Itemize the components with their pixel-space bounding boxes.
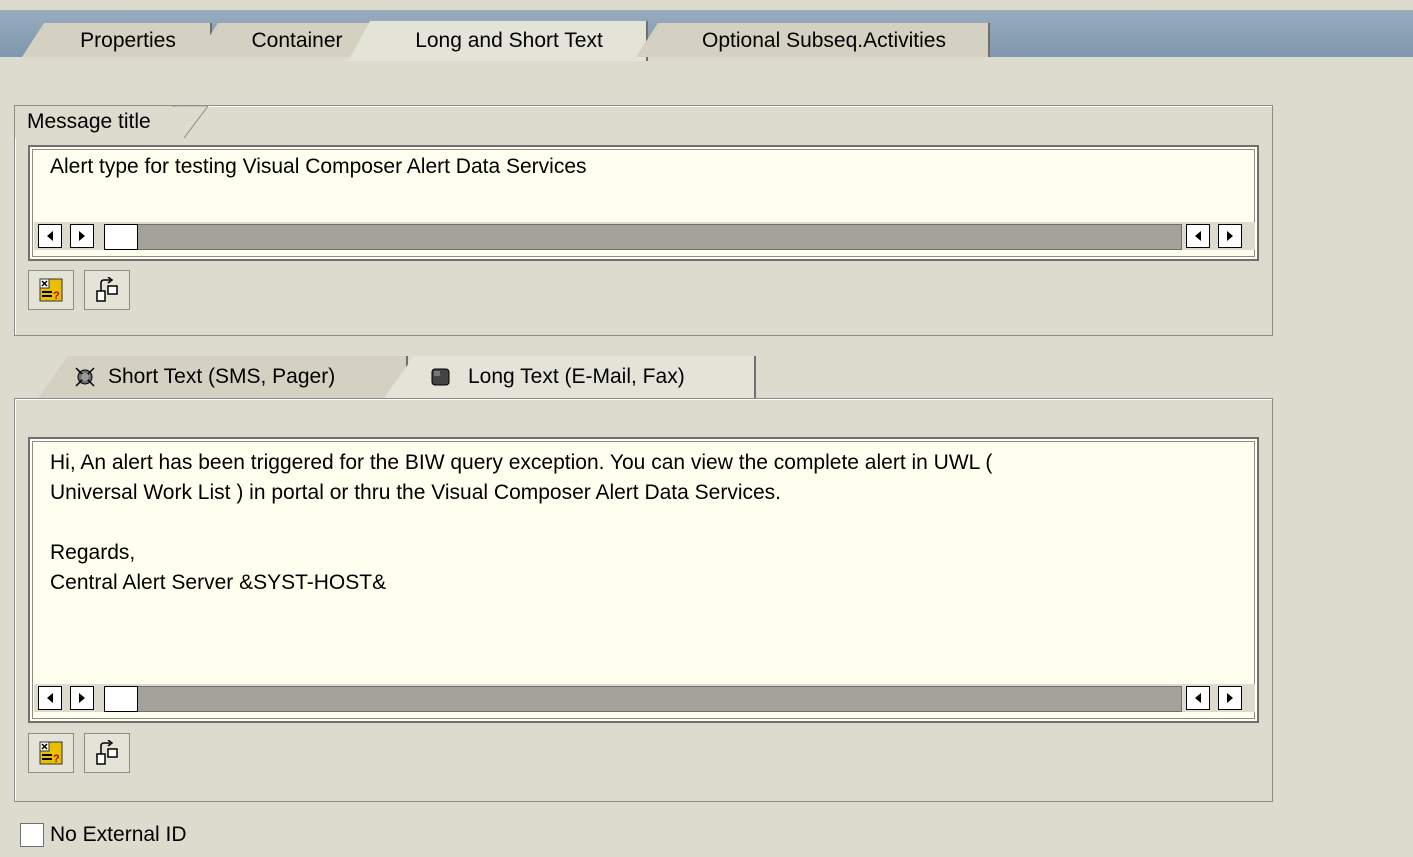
tab-long-text[interactable]: Long Text (E-Mail, Fax) <box>384 356 756 398</box>
message-title-group-label: Message title <box>14 105 177 138</box>
message-title-text[interactable]: Alert type for testing Visual Composer A… <box>50 152 1250 182</box>
arrow-right-icon <box>79 231 85 241</box>
container-element-button[interactable] <box>84 270 130 310</box>
long-text-line-2[interactable]: Universal Work List ) in portal or thru … <box>50 478 1250 508</box>
arrow-right-icon <box>79 693 85 703</box>
container-element-icon <box>96 740 118 765</box>
tab-short-text[interactable]: Short Text (SMS, Pager) <box>38 356 408 398</box>
insert-variable-button[interactable]: ? <box>28 270 74 310</box>
scroll-right-button-2[interactable] <box>1218 224 1242 248</box>
tab-properties[interactable]: Properties <box>22 23 212 57</box>
tab-properties-label: Properties <box>80 29 176 52</box>
message-title-hscrollbar[interactable] <box>34 222 1255 250</box>
scroll-left-button-2[interactable] <box>1186 224 1210 248</box>
long-text-hscrollbar[interactable] <box>34 684 1255 712</box>
arrow-right-icon <box>1227 693 1233 703</box>
tab-optional-subseq-activities[interactable]: Optional Subseq.Activities <box>636 23 990 57</box>
scroll-left-button-2[interactable] <box>1186 686 1210 710</box>
scroll-left-button[interactable] <box>38 686 62 710</box>
tab-container[interactable]: Container <box>196 23 376 57</box>
message-title-label-slant <box>172 105 209 139</box>
tab-short-text-label: Short Text (SMS, Pager) <box>108 365 336 388</box>
tabstrip-baseline <box>0 57 1413 63</box>
long-text-line-1[interactable]: Hi, An alert has been triggered for the … <box>50 448 1250 478</box>
pager-icon <box>75 367 95 387</box>
no-external-id-label[interactable]: No External ID <box>50 822 187 848</box>
arrow-right-icon <box>1227 231 1233 241</box>
scroll-track[interactable] <box>104 686 1182 712</box>
scroll-right-button[interactable] <box>70 224 94 248</box>
message-title-label-text: Message title <box>27 110 151 133</box>
long-text-line-4[interactable]: Regards, <box>50 538 1250 568</box>
insert-variable-button-2[interactable]: ? <box>28 733 74 773</box>
tab-container-label: Container <box>251 29 343 52</box>
scroll-left-button[interactable] <box>38 224 62 248</box>
arrow-left-icon <box>1195 231 1201 241</box>
arrow-left-icon <box>47 693 53 703</box>
scroll-thumb[interactable] <box>104 686 138 712</box>
scroll-right-button[interactable] <box>70 686 94 710</box>
tab-long-text-label: Long Text (E-Mail, Fax) <box>468 365 685 388</box>
container-element-button-2[interactable] <box>84 733 130 773</box>
arrow-left-icon <box>1195 693 1201 703</box>
tab-long-and-short-text[interactable]: Long and Short Text <box>348 21 648 61</box>
container-element-icon <box>96 277 118 302</box>
long-text-line-5[interactable]: Central Alert Server &SYST-HOST& <box>50 568 1250 598</box>
scroll-track[interactable] <box>104 224 1182 250</box>
svg-text:?: ? <box>53 753 60 765</box>
tab-optional-subseq-activities-label: Optional Subseq.Activities <box>702 29 946 52</box>
arrow-left-icon <box>47 231 53 241</box>
svg-text:?: ? <box>53 290 60 302</box>
insert-variable-icon: ? <box>39 278 63 302</box>
no-external-id-checkbox[interactable] <box>20 823 44 847</box>
insert-variable-icon: ? <box>39 741 63 765</box>
tab-long-and-short-text-label: Long and Short Text <box>415 29 603 52</box>
scroll-right-button-2[interactable] <box>1218 686 1242 710</box>
email-icon <box>431 368 450 386</box>
scroll-thumb[interactable] <box>104 224 138 250</box>
